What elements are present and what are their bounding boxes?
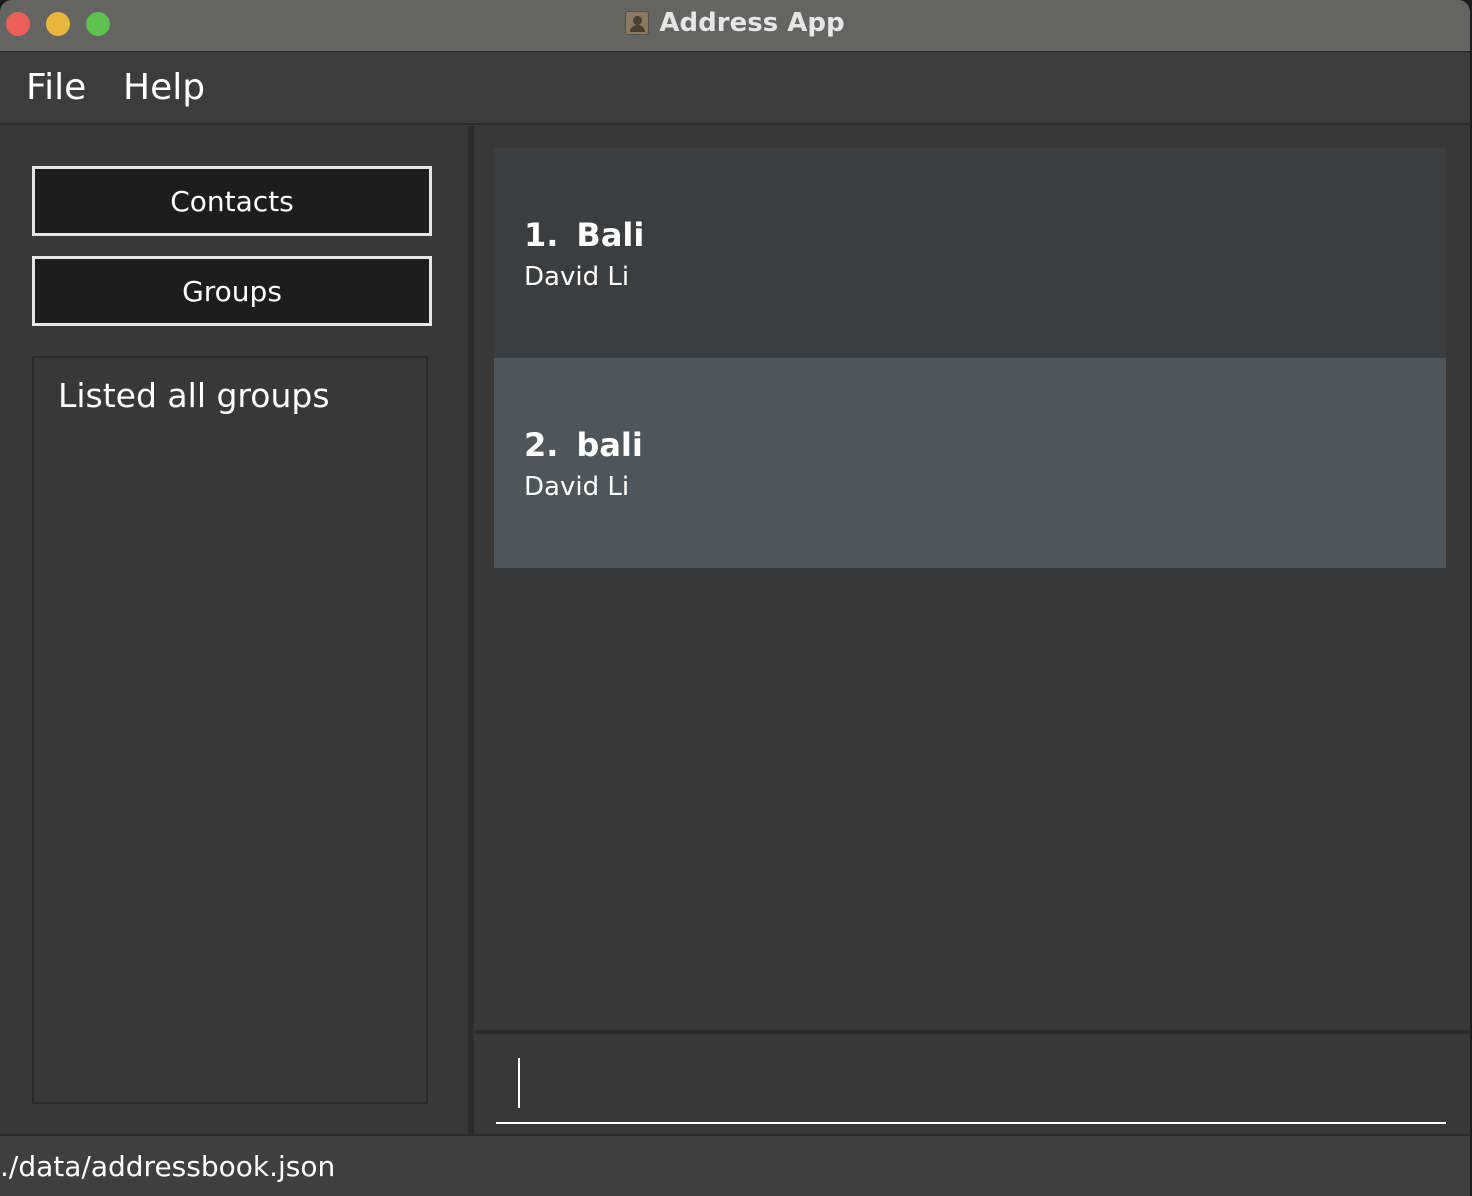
save-location: ./data/addressbook.json: [0, 1150, 336, 1183]
menu-bar: File Help: [0, 53, 1470, 125]
command-input[interactable]: [496, 1040, 1446, 1124]
group-title: 2. bali: [524, 426, 643, 464]
list-item[interactable]: 1. Bali David Li: [494, 148, 1446, 358]
command-box: [474, 1030, 1470, 1134]
address-book-icon: [625, 11, 650, 35]
group-list-panel: 1. Bali David Li 2. bali David Li: [474, 126, 1470, 1030]
text-cursor: [518, 1058, 520, 1108]
menu-file[interactable]: File: [26, 67, 86, 108]
result-display: Listed all groups: [32, 356, 428, 1104]
group-index: 1.: [524, 216, 559, 254]
group-title: 1. Bali: [524, 216, 644, 254]
group-name: bali: [576, 426, 643, 464]
menu-help[interactable]: Help: [123, 67, 205, 108]
contacts-button[interactable]: Contacts: [32, 166, 432, 236]
app-window: Address App File Help Contacts Groups Li…: [0, 0, 1470, 1196]
groups-button[interactable]: Groups: [32, 256, 432, 326]
group-name: Bali: [576, 216, 645, 254]
list-item-selected[interactable]: 2. bali David Li: [494, 358, 1446, 568]
group-index: 2.: [524, 426, 559, 464]
group-members: David Li: [524, 472, 630, 502]
group-members: David Li: [524, 262, 630, 292]
window-title-group: Address App: [0, 8, 1470, 38]
result-message: Listed all groups: [58, 376, 330, 415]
status-bar: ./data/addressbook.json: [0, 1134, 1470, 1196]
title-bar: Address App: [0, 0, 1470, 52]
window-title: Address App: [659, 8, 845, 38]
